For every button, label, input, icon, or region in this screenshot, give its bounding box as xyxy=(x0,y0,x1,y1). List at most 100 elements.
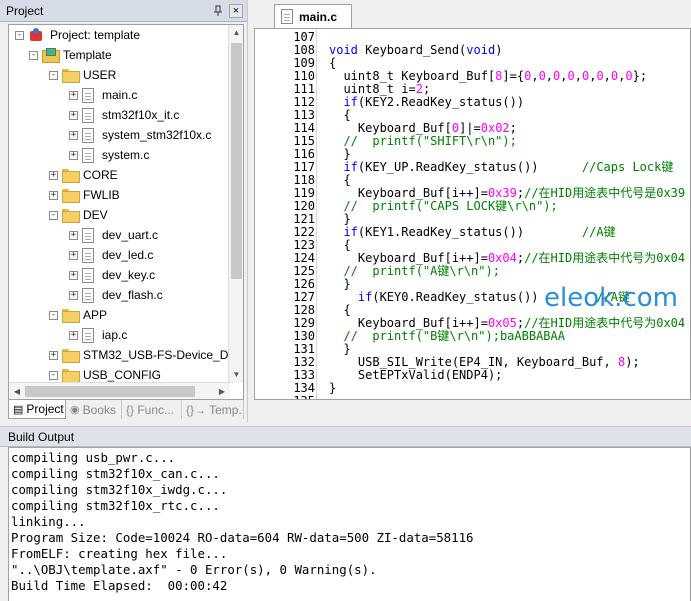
code-editor[interactable]: 107 108 void Keyboard_Send(void) 109{110 ui… xyxy=(254,28,691,400)
expand-toggle-icon[interactable]: + xyxy=(49,190,58,200)
folder-icon xyxy=(62,189,80,203)
tree-item-label: system_stm32f10x.c xyxy=(102,128,212,142)
code-text: if(KEY_UP.ReadKey_status()) //Caps Lock键 xyxy=(343,160,674,174)
tree-item-label: APP xyxy=(83,308,108,322)
editor-tab-strip: main.c xyxy=(250,0,691,28)
tree-item-dev[interactable]: - DEV xyxy=(49,205,108,225)
expand-toggle-icon[interactable]: + xyxy=(69,330,78,340)
project-icon xyxy=(28,27,44,43)
collapse-toggle-icon[interactable]: - xyxy=(15,30,24,40)
build-output-panel: Build Output compiling usb_pwr.c... compi… xyxy=(0,426,691,601)
build-output-line: compiling stm32f10x_iwdg.c... xyxy=(11,482,228,497)
project-tree[interactable]: - Project: template - Template - USER + main.c +… xyxy=(8,24,244,400)
editor-tab-label: main.c xyxy=(299,9,338,24)
folder-icon xyxy=(62,169,80,183)
close-icon[interactable]: × xyxy=(229,3,243,18)
scroll-down-icon[interactable]: ▼ xyxy=(229,367,243,383)
collapse-toggle-icon[interactable]: - xyxy=(49,210,58,220)
code-line: 108 void Keyboard_Send(void) xyxy=(255,44,690,57)
collapse-toggle-icon[interactable]: - xyxy=(29,50,38,60)
project-panel-tabs: ▤ Project ◉ Books{} Func... {}→ Temp... xyxy=(8,400,246,420)
collapse-toggle-icon[interactable]: - xyxy=(49,310,58,320)
code-text: } xyxy=(329,381,337,395)
tree-item-core[interactable]: + CORE xyxy=(49,165,118,185)
code-line: 117 if(KEY_UP.ReadKey_status()) //Caps L… xyxy=(255,161,690,174)
tree-item-label: dev_led.c xyxy=(102,248,154,262)
tab-icon: ◉ xyxy=(70,404,80,416)
build-output-line: compiling stm32f10x_can.c... xyxy=(11,466,220,481)
tree-item-system-c[interactable]: + system.c xyxy=(69,145,149,165)
tree-item-iap-c[interactable]: + iap.c xyxy=(69,325,127,345)
folder-icon xyxy=(62,369,80,383)
tree-item-stm32f10x-it-c[interactable]: + stm32f10x_it.c xyxy=(69,105,179,125)
expand-toggle-icon[interactable]: + xyxy=(69,130,78,140)
tab-books[interactable]: ◉ Books xyxy=(66,400,122,419)
code-text: SetEPTxValid(ENDP4); xyxy=(329,368,503,382)
tree-vertical-scrollbar[interactable]: ▲ ▼ xyxy=(228,25,243,383)
collapse-toggle-icon[interactable]: - xyxy=(49,370,58,380)
expand-toggle-icon[interactable]: + xyxy=(69,270,78,280)
file-icon xyxy=(82,227,94,243)
tree-item-label: dev_flash.c xyxy=(102,288,163,302)
file-icon xyxy=(281,9,293,24)
editor-tab-main-c[interactable]: main.c xyxy=(274,4,353,28)
file-icon xyxy=(82,127,94,143)
expand-toggle-icon[interactable]: + xyxy=(69,90,78,100)
tree-item-dev-led-c[interactable]: + dev_led.c xyxy=(69,245,153,265)
expand-toggle-icon[interactable]: + xyxy=(69,110,78,120)
project-panel-title-bar: Project × xyxy=(0,0,247,22)
expand-toggle-icon[interactable]: + xyxy=(69,230,78,240)
tree-item-fwlib[interactable]: + FWLIB xyxy=(49,185,120,205)
build-output-line: compiling stm32f10x_rtc.c... xyxy=(11,498,220,513)
editor-panel: main.c 107 108 void Keyboard_Send(void) 109… xyxy=(250,0,691,422)
expand-toggle-icon[interactable]: + xyxy=(49,170,58,180)
scroll-thumb[interactable] xyxy=(25,386,195,397)
tree-item-stm32-usb-fs-device-dr[interactable]: + STM32_USB-FS-Device_Dr xyxy=(49,345,232,365)
file-icon xyxy=(82,147,94,163)
code-text: void Keyboard_Send(void) xyxy=(329,43,503,57)
pin-icon[interactable] xyxy=(211,4,225,18)
tree-item-label: iap.c xyxy=(102,328,128,342)
expand-toggle-icon[interactable]: + xyxy=(69,250,78,260)
tree-item-main-c[interactable]: + main.c xyxy=(69,85,137,105)
tree-item-dev-key-c[interactable]: + dev_key.c xyxy=(69,265,155,285)
tree-item-label: Template xyxy=(63,48,112,62)
code-text: // printf("SHIFT\r\n"); xyxy=(343,134,517,148)
tree-item-user[interactable]: - USER xyxy=(49,65,116,85)
scroll-right-icon[interactable]: ▶ xyxy=(214,383,230,399)
tree-item-app[interactable]: - APP xyxy=(49,305,107,325)
expand-toggle-icon[interactable]: + xyxy=(49,350,58,360)
file-icon xyxy=(82,267,94,283)
tree-item-dev-uart-c[interactable]: + dev_uart.c xyxy=(69,225,158,245)
tab-project[interactable]: ▤ Project xyxy=(8,400,66,419)
scroll-up-icon[interactable]: ▲ xyxy=(229,25,243,41)
editor-horizontal-scrollbar[interactable] xyxy=(254,400,691,418)
tree-item-system-stm32f10x-c[interactable]: + system_stm32f10x.c xyxy=(69,125,211,145)
tree-item-label: USER xyxy=(83,68,117,82)
expand-toggle-icon[interactable]: + xyxy=(69,290,78,300)
tree-item-label: FWLIB xyxy=(83,188,120,202)
tree-item-label: stm32f10x_it.c xyxy=(102,108,180,122)
build-output-line: linking... xyxy=(11,514,86,529)
code-line: 122 if(KEY1.ReadKey_status()) //A键 xyxy=(255,226,690,239)
tab-temp[interactable]: {}→ Temp... xyxy=(182,400,244,419)
code-line: 115 // printf("SHIFT\r\n"); xyxy=(255,135,690,148)
scroll-thumb[interactable] xyxy=(231,43,242,279)
tree-item-label: dev_uart.c xyxy=(102,228,159,242)
tree-item-label: main.c xyxy=(102,88,138,102)
collapse-toggle-icon[interactable]: - xyxy=(49,70,58,80)
tab-func[interactable]: {} Func... xyxy=(122,400,182,419)
file-icon xyxy=(82,287,94,303)
tree-item-template[interactable]: - Template xyxy=(29,45,112,65)
tree-item-project-template[interactable]: - Project: template xyxy=(15,25,140,45)
code-text: // printf("A键\r\n"); xyxy=(343,264,500,278)
build-output-title: Build Output xyxy=(0,427,691,447)
file-icon xyxy=(82,107,94,123)
tree-item-label: CORE xyxy=(83,168,118,182)
tree-horizontal-scrollbar[interactable]: ◀ ▶ xyxy=(9,382,230,399)
build-output-line: Build Time Elapsed: 00:00:42 xyxy=(11,578,228,593)
scroll-left-icon[interactable]: ◀ xyxy=(9,383,25,399)
expand-toggle-icon[interactable]: + xyxy=(69,150,78,160)
build-output-log[interactable]: compiling usb_pwr.c... compiling stm32f10… xyxy=(8,447,691,601)
tree-item-dev-flash-c[interactable]: + dev_flash.c xyxy=(69,285,163,305)
